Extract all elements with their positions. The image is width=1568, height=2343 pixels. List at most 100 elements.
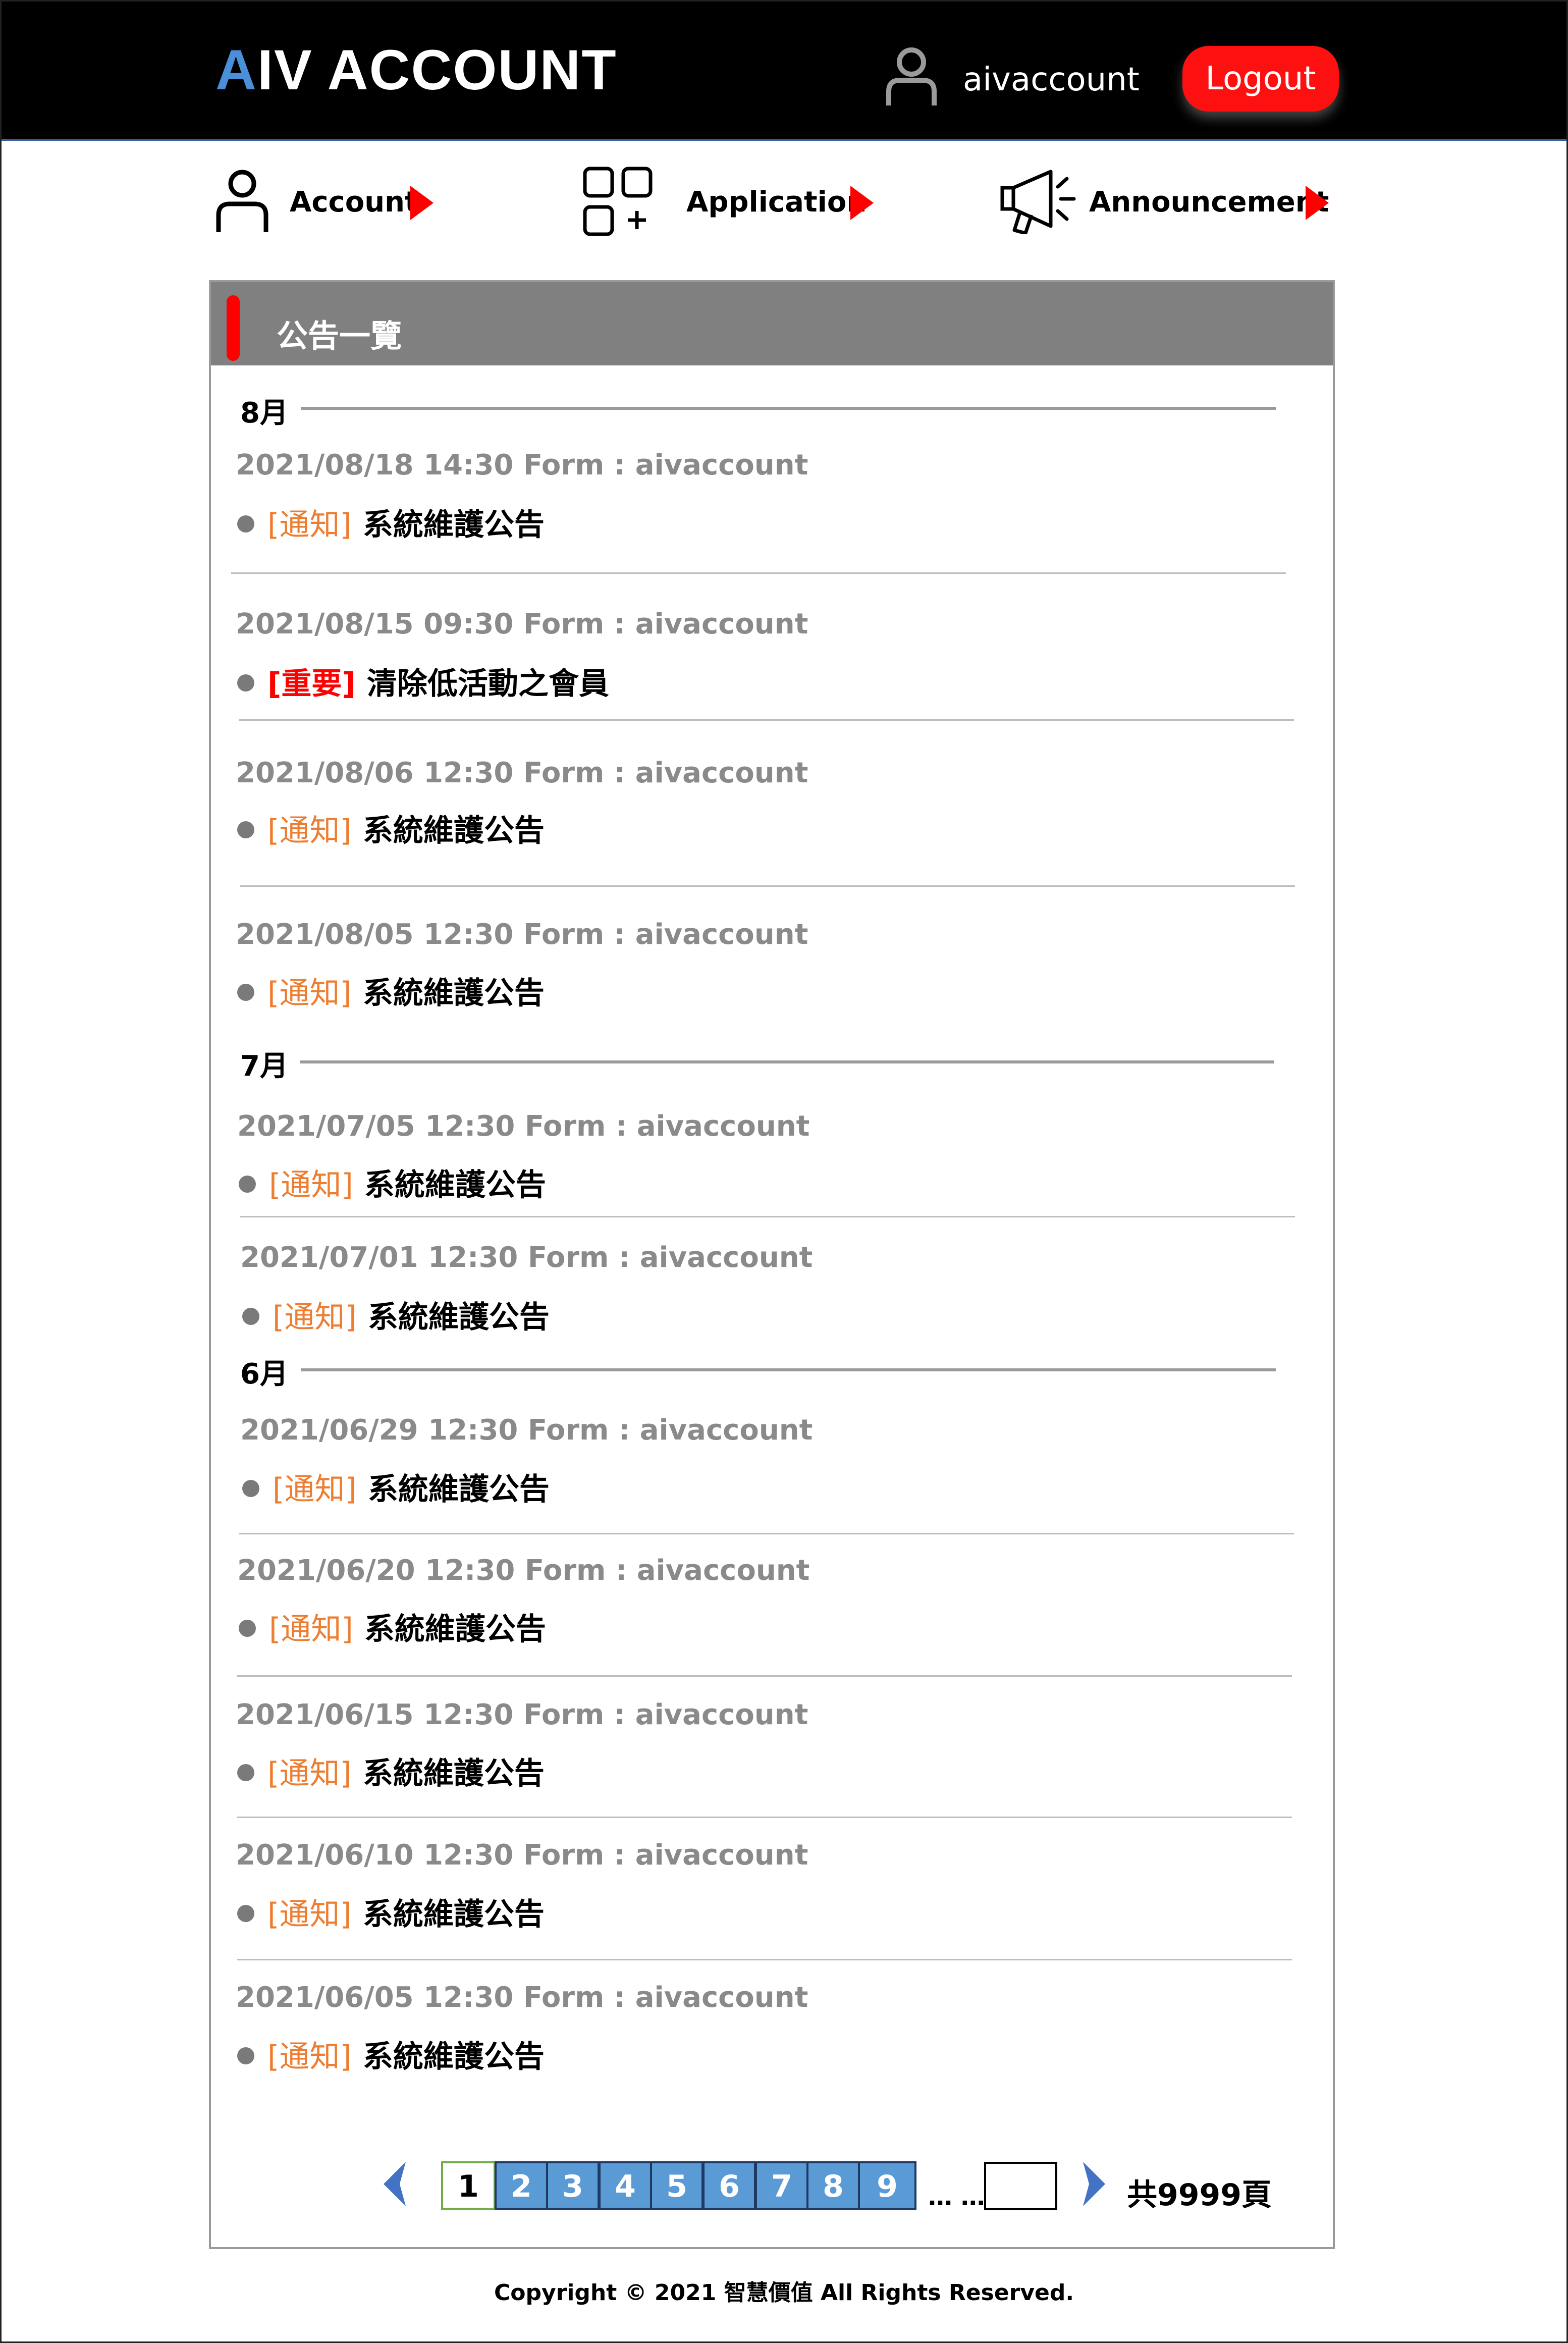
announcement-item[interactable]: [通知] 系統維護公告 — [242, 1465, 550, 1509]
brand-logo[interactable]: AIV ACCOUNT — [215, 42, 617, 98]
announcement-tag: [通知] — [267, 507, 352, 543]
announcement-tag: [通知] — [267, 1897, 352, 1932]
item-divider — [237, 1675, 1292, 1677]
announcement-item[interactable]: [通知] 系統維護公告 — [239, 1605, 546, 1648]
bullet-icon — [239, 1620, 256, 1637]
chevron-right-icon — [1306, 186, 1329, 220]
pagination-ellipsis: … … — [928, 2183, 985, 2211]
announcement-item[interactable]: [通知] 系統維護公告 — [237, 2032, 545, 2076]
megaphone-icon — [1000, 170, 1076, 234]
announcement-title: 系統維護公告 — [364, 1612, 546, 1647]
page-button[interactable]: 4 — [599, 2161, 652, 2210]
bullet-icon — [237, 821, 254, 839]
announcement-from: Form : aivaccount — [523, 1839, 808, 1872]
announcement-date: 2021/06/10 12:30 — [236, 1839, 514, 1872]
item-divider — [237, 1959, 1292, 1960]
item-divider — [239, 719, 1294, 721]
page-button[interactable]: 5 — [650, 2161, 704, 2210]
chevron-right-icon — [410, 186, 434, 220]
nav-item-account[interactable]: Account — [214, 167, 442, 237]
page-button[interactable]: 2 — [495, 2161, 548, 2210]
user-icon — [216, 170, 268, 232]
month-heading: 7月 — [240, 1050, 288, 1083]
announcement-meta: 2021/06/10 12:30 Form : aivaccount — [236, 1839, 808, 1872]
panel-title: 公告一覽 — [277, 317, 402, 354]
announcement-from: Form : aivaccount — [523, 757, 808, 789]
month-divider — [301, 1368, 1276, 1371]
bullet-icon — [237, 1764, 254, 1782]
announcement-title: 系統維護公告 — [364, 1167, 546, 1203]
announcement-panel: 公告一覽 8月 2021/08/18 14:30 Form : aivaccou… — [209, 280, 1335, 2249]
announcement-title: 系統維護公告 — [367, 1472, 550, 1507]
announcement-title: 系統維護公告 — [362, 813, 545, 848]
announcement-meta: 2021/08/15 09:30 Form : aivaccount — [236, 608, 808, 641]
announcement-title: 清除低活動之會員 — [366, 666, 609, 702]
announcement-date: 2021/07/05 12:30 — [237, 1110, 515, 1143]
brand-logo-initial: A — [215, 38, 257, 101]
announcement-date: 2021/07/01 12:30 — [240, 1241, 518, 1274]
announcement-tag: [通知] — [273, 1472, 357, 1507]
announcement-tag: [通知] — [267, 813, 352, 848]
announcement-meta: 2021/06/15 12:30 Form : aivaccount — [236, 1698, 808, 1731]
bullet-icon — [237, 674, 254, 692]
nav-label-announcement: Announcement — [1089, 186, 1329, 219]
logout-button[interactable]: Logout — [1182, 46, 1339, 112]
next-page-icon[interactable] — [1081, 2160, 1109, 2208]
page-button[interactable]: 3 — [546, 2161, 600, 2210]
announcement-item[interactable]: [通知] 系統維護公告 — [237, 1749, 545, 1793]
nav-item-application[interactable]: Application — [583, 167, 876, 237]
item-divider — [239, 1533, 1294, 1534]
month-divider — [300, 1060, 1274, 1063]
prev-page-icon[interactable] — [380, 2160, 408, 2208]
item-divider — [231, 572, 1286, 574]
chevron-right-icon — [850, 186, 874, 220]
panel-header: 公告一覽 — [211, 282, 1333, 365]
bullet-icon — [237, 984, 254, 1001]
announcement-tag: [通知] — [273, 1300, 357, 1335]
announcement-from: Form : aivaccount — [527, 1241, 813, 1274]
announcement-item[interactable]: [通知] 系統維護公告 — [242, 1293, 550, 1337]
announcement-meta: 2021/08/06 12:30 Form : aivaccount — [236, 757, 808, 789]
announcement-item[interactable]: [通知] 系統維護公告 — [237, 969, 545, 1013]
announcement-item[interactable]: [通知] 系統維護公告 — [239, 1160, 546, 1204]
month-divider — [301, 407, 1276, 410]
announcement-meta: 2021/07/05 12:30 Form : aivaccount — [237, 1110, 809, 1143]
page-button[interactable]: 6 — [702, 2161, 756, 2210]
apps-add-icon — [583, 167, 653, 236]
announcement-date: 2021/06/29 12:30 — [240, 1414, 518, 1447]
announcement-tag: [通知] — [267, 1756, 352, 1791]
announcement-from: Form : aivaccount — [527, 1414, 813, 1447]
page-button-current[interactable]: 1 — [441, 2161, 496, 2210]
brand-logo-text: IV ACCOUNT — [257, 38, 617, 101]
announcement-from: Form : aivaccount — [523, 1698, 808, 1731]
announcement-from: Form : aivaccount — [523, 1981, 808, 2014]
announcement-date: 2021/08/06 12:30 — [236, 757, 514, 789]
page-button[interactable]: 9 — [858, 2161, 916, 2210]
bullet-icon — [239, 1176, 256, 1193]
announcement-item[interactable]: [通知] 系統維護公告 — [237, 806, 545, 850]
nav-label-application: Application — [686, 186, 867, 219]
announcement-date: 2021/06/15 12:30 — [236, 1698, 514, 1731]
item-divider — [237, 1817, 1292, 1818]
announcement-meta: 2021/08/05 12:30 Form : aivaccount — [236, 918, 808, 951]
bullet-icon — [237, 1905, 254, 1923]
nav-item-announcement[interactable]: Announcement — [1000, 167, 1333, 237]
item-divider — [240, 1216, 1295, 1217]
announcement-from: Form : aivaccount — [523, 449, 808, 482]
page-button[interactable]: 7 — [755, 2161, 808, 2210]
announcement-title: 系統維護公告 — [362, 507, 545, 543]
bullet-icon — [242, 1308, 259, 1325]
page-jump-input[interactable] — [984, 2162, 1057, 2210]
announcement-item[interactable]: [重要] 清除低活動之會員 — [237, 659, 609, 703]
announcement-title: 系統維護公告 — [362, 976, 545, 1011]
page-button[interactable]: 8 — [806, 2161, 860, 2210]
nav-label-account: Account — [290, 186, 418, 219]
announcement-from: Form : aivaccount — [523, 608, 808, 641]
announcement-from: Form : aivaccount — [524, 1110, 810, 1143]
announcement-from: Form : aivaccount — [524, 1554, 810, 1587]
item-divider — [240, 885, 1295, 887]
announcement-item[interactable]: [通知] 系統維護公告 — [237, 1890, 545, 1934]
top-bar: AIV ACCOUNT aivaccount Logout — [2, 2, 1566, 141]
announcement-tag: [重要] — [267, 666, 356, 702]
announcement-item[interactable]: [通知] 系統維護公告 — [237, 500, 545, 544]
